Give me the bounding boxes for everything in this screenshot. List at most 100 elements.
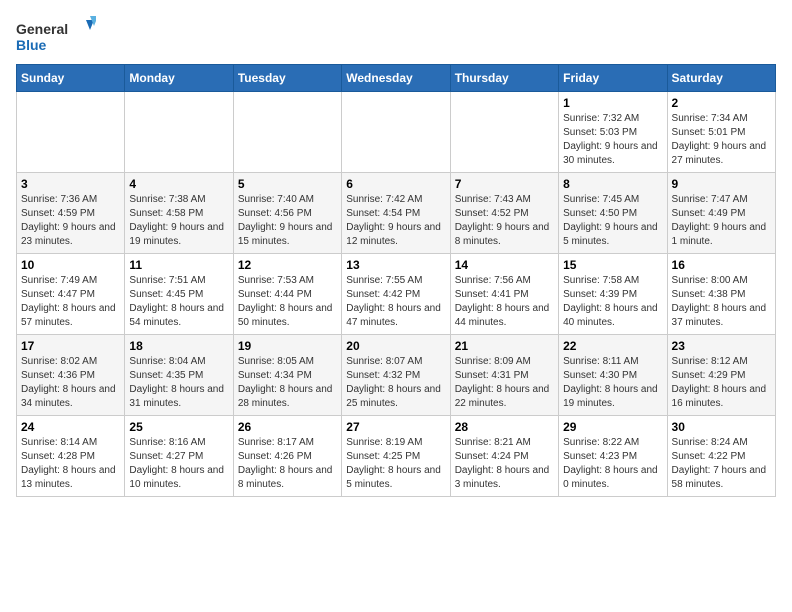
day-cell: 12 Sunrise: 7:53 AM Sunset: 4:44 PM Dayli… [233,254,341,335]
day-cell: 17 Sunrise: 8:02 AM Sunset: 4:36 PM Dayli… [17,335,125,416]
day-info: Sunrise: 7:34 AM Sunset: 5:01 PM Dayligh… [672,112,771,168]
day-cell [342,92,450,173]
day-cell: 5 Sunrise: 7:40 AM Sunset: 4:56 PM Daylig… [233,173,341,254]
week-row-2: 3Sunrise: 7:36 AM Sunset: 4:59 PM Daylig… [17,173,776,254]
day-number: 28 [455,420,554,434]
day-number: 30 [672,420,771,434]
day-cell: 27Sunrise: 8:19 AM Sunset: 4:25 PM Dayli… [342,416,450,497]
weekday-header-wednesday: Wednesday [342,65,450,92]
calendar-table: SundayMondayTuesdayWednesdayThursdayFrid… [16,64,776,497]
day-number: 29 [563,420,662,434]
day-cell: 19 Sunrise: 8:05 AM Sunset: 4:34 PM Dayli… [233,335,341,416]
day-info: Sunrise: 8:02 AM Sunset: 4:36 PM Dayligh… [21,355,120,411]
day-number: 6 [346,177,445,191]
day-cell: 30 Sunrise: 8:24 AM Sunset: 4:22 PM Dayli… [667,416,775,497]
day-number: 4 [129,177,228,191]
day-cell: 15 Sunrise: 7:58 AM Sunset: 4:39 PM Dayli… [559,254,667,335]
day-number: 16 [672,258,771,272]
day-number: 12 [238,258,337,272]
day-info: Sunrise: 8:09 AM Sunset: 4:31 PM Dayligh… [455,355,554,411]
day-number: 27 [346,420,445,434]
day-cell: 6 Sunrise: 7:42 AM Sunset: 4:54 PM Daylig… [342,173,450,254]
day-info: Sunrise: 7:43 AM Sunset: 4:52 PM Dayligh… [455,193,554,249]
day-info: Sunrise: 8:07 AM Sunset: 4:32 PM Dayligh… [346,355,445,411]
day-info: Sunrise: 7:40 AM Sunset: 4:56 PM Dayligh… [238,193,337,249]
day-info: Sunrise: 7:58 AM Sunset: 4:39 PM Dayligh… [563,274,662,330]
day-cell: 9 Sunrise: 7:47 AM Sunset: 4:49 PM Daylig… [667,173,775,254]
day-number: 14 [455,258,554,272]
day-info: Sunrise: 8:22 AM Sunset: 4:23 PM Dayligh… [563,436,662,492]
day-cell: 7Sunrise: 7:43 AM Sunset: 4:52 PM Daylig… [450,173,558,254]
day-cell: 24 Sunrise: 8:14 AM Sunset: 4:28 PM Dayli… [17,416,125,497]
day-number: 25 [129,420,228,434]
day-info: Sunrise: 8:05 AM Sunset: 4:34 PM Dayligh… [238,355,337,411]
day-info: Sunrise: 7:32 AM Sunset: 5:03 PM Dayligh… [563,112,662,168]
svg-text:General: General [16,21,68,37]
weekday-header-saturday: Saturday [667,65,775,92]
day-info: Sunrise: 7:49 AM Sunset: 4:47 PM Dayligh… [21,274,120,330]
day-number: 22 [563,339,662,353]
day-number: 23 [672,339,771,353]
day-cell: 28Sunrise: 8:21 AM Sunset: 4:24 PM Dayli… [450,416,558,497]
weekday-header-tuesday: Tuesday [233,65,341,92]
week-row-5: 24 Sunrise: 8:14 AM Sunset: 4:28 PM Dayli… [17,416,776,497]
weekday-header-monday: Monday [125,65,233,92]
day-number: 11 [129,258,228,272]
day-info: Sunrise: 7:56 AM Sunset: 4:41 PM Dayligh… [455,274,554,330]
day-cell: 25 Sunrise: 8:16 AM Sunset: 4:27 PM Dayli… [125,416,233,497]
day-number: 24 [21,420,120,434]
day-cell: 13Sunrise: 7:55 AM Sunset: 4:42 PM Dayli… [342,254,450,335]
day-number: 19 [238,339,337,353]
day-info: Sunrise: 7:53 AM Sunset: 4:44 PM Dayligh… [238,274,337,330]
day-cell: 4 Sunrise: 7:38 AM Sunset: 4:58 PM Daylig… [125,173,233,254]
day-number: 3 [21,177,120,191]
day-number: 18 [129,339,228,353]
day-number: 1 [563,96,662,110]
day-cell [233,92,341,173]
day-number: 17 [21,339,120,353]
day-number: 2 [672,96,771,110]
day-number: 15 [563,258,662,272]
day-info: Sunrise: 7:47 AM Sunset: 4:49 PM Dayligh… [672,193,771,249]
day-info: Sunrise: 7:45 AM Sunset: 4:50 PM Dayligh… [563,193,662,249]
day-number: 10 [21,258,120,272]
day-number: 9 [672,177,771,191]
day-info: Sunrise: 7:42 AM Sunset: 4:54 PM Dayligh… [346,193,445,249]
day-cell: 20 Sunrise: 8:07 AM Sunset: 4:32 PM Dayli… [342,335,450,416]
day-cell: 3Sunrise: 7:36 AM Sunset: 4:59 PM Daylig… [17,173,125,254]
day-number: 20 [346,339,445,353]
day-cell: 10 Sunrise: 7:49 AM Sunset: 4:47 PM Dayli… [17,254,125,335]
weekday-header-row: SundayMondayTuesdayWednesdayThursdayFrid… [17,65,776,92]
week-row-3: 10 Sunrise: 7:49 AM Sunset: 4:47 PM Dayli… [17,254,776,335]
day-info: Sunrise: 8:12 AM Sunset: 4:29 PM Dayligh… [672,355,771,411]
day-info: Sunrise: 8:16 AM Sunset: 4:27 PM Dayligh… [129,436,228,492]
day-cell: 14 Sunrise: 7:56 AM Sunset: 4:41 PM Dayli… [450,254,558,335]
svg-text:Blue: Blue [16,37,47,53]
day-info: Sunrise: 8:24 AM Sunset: 4:22 PM Dayligh… [672,436,771,492]
day-info: Sunrise: 8:00 AM Sunset: 4:38 PM Dayligh… [672,274,771,330]
day-cell: 8 Sunrise: 7:45 AM Sunset: 4:50 PM Daylig… [559,173,667,254]
day-info: Sunrise: 7:51 AM Sunset: 4:45 PM Dayligh… [129,274,228,330]
day-info: Sunrise: 8:04 AM Sunset: 4:35 PM Dayligh… [129,355,228,411]
day-info: Sunrise: 7:55 AM Sunset: 4:42 PM Dayligh… [346,274,445,330]
weekday-header-thursday: Thursday [450,65,558,92]
day-info: Sunrise: 7:38 AM Sunset: 4:58 PM Dayligh… [129,193,228,249]
day-number: 8 [563,177,662,191]
weekday-header-friday: Friday [559,65,667,92]
logo-svg: General Blue [16,16,96,56]
day-number: 5 [238,177,337,191]
day-cell: 2 Sunrise: 7:34 AM Sunset: 5:01 PM Daylig… [667,92,775,173]
day-info: Sunrise: 8:11 AM Sunset: 4:30 PM Dayligh… [563,355,662,411]
day-number: 26 [238,420,337,434]
day-cell: 1 Sunrise: 7:32 AM Sunset: 5:03 PM Daylig… [559,92,667,173]
day-cell: 16 Sunrise: 8:00 AM Sunset: 4:38 PM Dayli… [667,254,775,335]
day-cell [17,92,125,173]
day-cell: 23 Sunrise: 8:12 AM Sunset: 4:29 PM Dayli… [667,335,775,416]
weekday-header-sunday: Sunday [17,65,125,92]
day-cell [125,92,233,173]
day-info: Sunrise: 8:14 AM Sunset: 4:28 PM Dayligh… [21,436,120,492]
day-info: Sunrise: 8:17 AM Sunset: 4:26 PM Dayligh… [238,436,337,492]
day-cell: 22 Sunrise: 8:11 AM Sunset: 4:30 PM Dayli… [559,335,667,416]
day-cell: 29 Sunrise: 8:22 AM Sunset: 4:23 PM Dayli… [559,416,667,497]
day-cell: 11 Sunrise: 7:51 AM Sunset: 4:45 PM Dayli… [125,254,233,335]
